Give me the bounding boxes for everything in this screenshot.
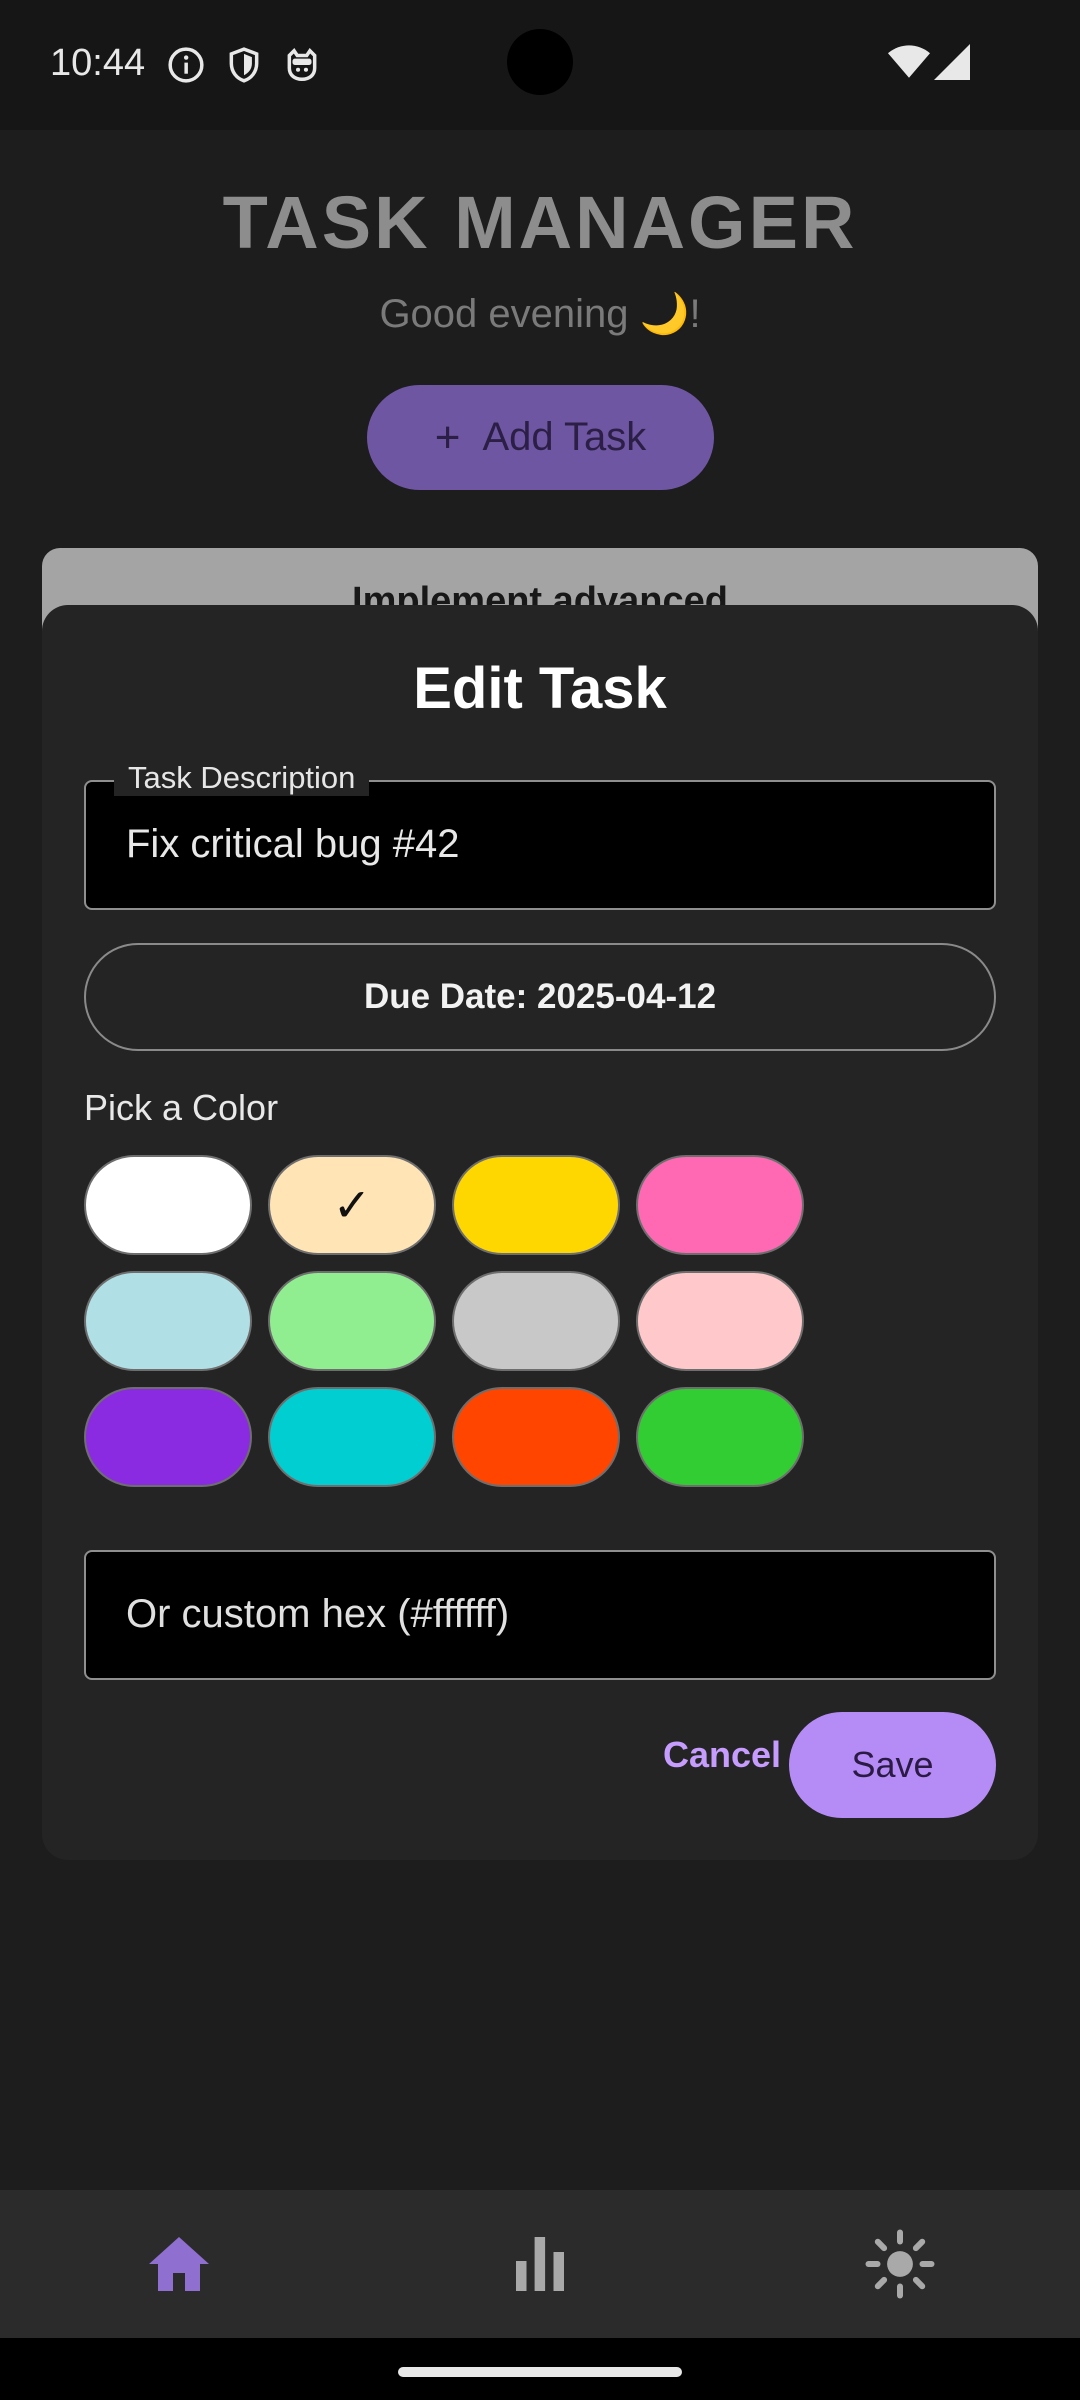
bar-chart-icon[interactable] — [504, 2228, 576, 2300]
dialog-title: Edit Task — [413, 656, 667, 721]
color-swatch[interactable] — [84, 1155, 252, 1255]
status-time: 10:44 — [50, 42, 146, 84]
custom-hex-input[interactable]: Or custom hex (#ffffff) — [84, 1550, 996, 1680]
color-swatch[interactable] — [636, 1387, 804, 1487]
wifi-icon — [888, 45, 930, 78]
custom-hex-placeholder: Or custom hex (#ffffff) — [126, 1592, 510, 1636]
camera-cutout — [507, 29, 573, 95]
status-bar: 10:44 — [0, 0, 1080, 130]
color-swatch[interactable] — [452, 1271, 620, 1371]
due-date-button[interactable]: Due Date: 2025-04-12 — [84, 943, 996, 1051]
plus-icon: + — [434, 412, 461, 462]
bottom-nav — [0, 2190, 1080, 2338]
color-swatch[interactable] — [84, 1271, 252, 1371]
color-swatch[interactable] — [268, 1387, 436, 1487]
add-task-button[interactable]: + Add Task — [367, 385, 714, 490]
color-swatch[interactable] — [636, 1155, 804, 1255]
color-swatch[interactable] — [452, 1387, 620, 1487]
selected-check-icon: ✓ — [332, 1179, 372, 1231]
info-icon — [168, 47, 204, 83]
save-button[interactable]: Save — [789, 1712, 996, 1818]
gesture-handle[interactable] — [398, 2367, 682, 2377]
home-icon[interactable] — [143, 2228, 215, 2300]
gesture-area — [0, 2338, 1080, 2400]
color-swatch[interactable] — [268, 1271, 436, 1371]
color-swatch[interactable] — [452, 1155, 620, 1255]
shield-icon — [229, 47, 259, 83]
color-swatch[interactable] — [84, 1387, 252, 1487]
pick-color-label: Pick a Color — [84, 1087, 279, 1128]
app-title: TASK MANAGER — [222, 181, 858, 264]
greeting-text: Good evening 🌙! — [379, 292, 701, 336]
cat-icon — [287, 48, 317, 81]
task-description-label: Task Description — [114, 760, 370, 796]
task-description-value: Fix critical bug #42 — [126, 822, 460, 866]
task-description-field[interactable]: Task Description Fix critical bug #42 — [84, 760, 996, 910]
color-swatch[interactable]: ✓ — [268, 1155, 436, 1255]
color-swatch[interactable] — [636, 1271, 804, 1371]
add-task-label: Add Task — [482, 415, 647, 459]
signal-icon — [934, 44, 970, 80]
edit-task-dialog: Edit Task Task Description Fix critical … — [42, 605, 1038, 1860]
sun-icon[interactable] — [864, 2228, 936, 2300]
